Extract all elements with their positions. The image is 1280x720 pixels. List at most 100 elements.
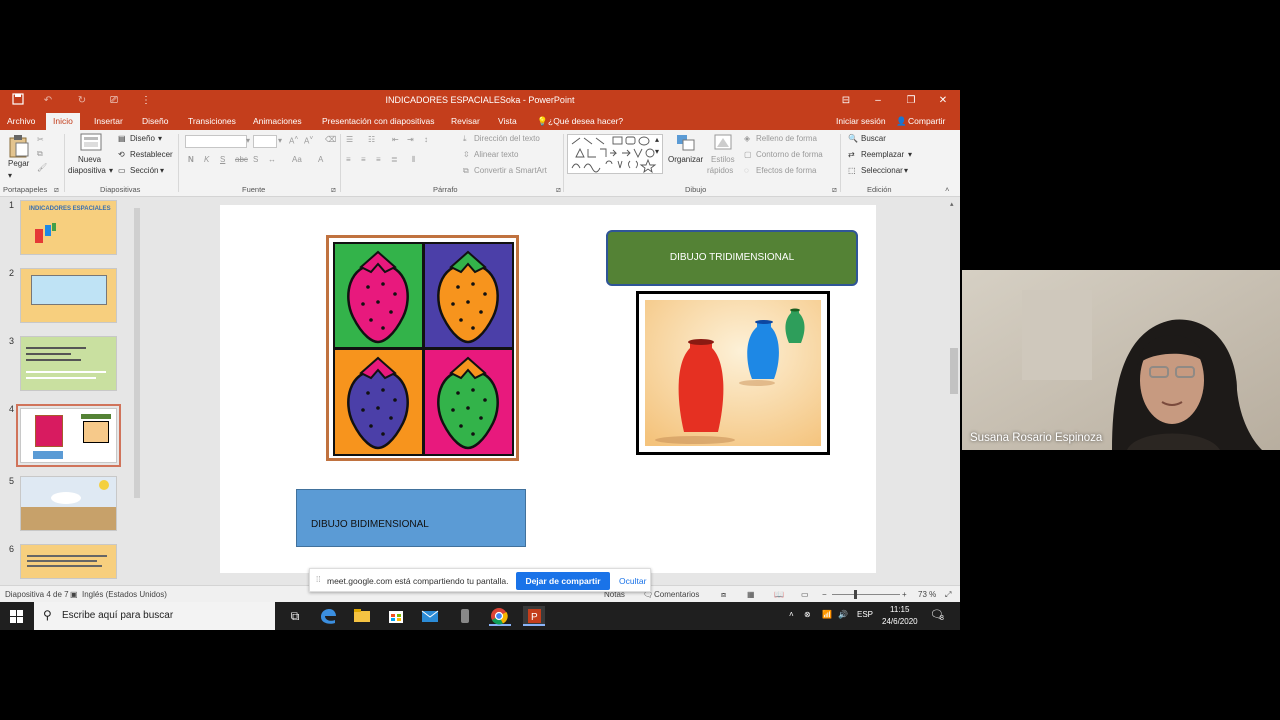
store-icon[interactable]	[386, 606, 408, 626]
drag-handle-icon[interactable]: ⁞⁞	[316, 575, 320, 584]
zoom-slider-thumb[interactable]	[854, 590, 857, 599]
grow-font-icon[interactable]: A˄	[289, 135, 298, 146]
change-case-icon[interactable]: Aa	[292, 155, 302, 164]
italic-button[interactable]: K	[204, 155, 209, 164]
tab-transiciones[interactable]: Transiciones	[188, 116, 236, 126]
close-icon[interactable]: ✕	[935, 93, 951, 109]
layout-button[interactable]: Diseño	[130, 134, 155, 143]
section-dropdown-icon[interactable]: ▾	[160, 166, 164, 175]
tab-animaciones[interactable]: Animaciones	[253, 116, 302, 126]
font-size-input[interactable]	[253, 135, 277, 148]
section-button[interactable]: Sección	[130, 166, 158, 175]
fit-slide-icon[interactable]: ⤢	[945, 590, 951, 600]
tab-inicio[interactable]: Inicio	[46, 113, 80, 130]
align-right-icon[interactable]: ≡	[376, 155, 381, 164]
participant-video-tile[interactable]: Susana Rosario Espinoza	[962, 270, 1280, 450]
tab-presentacion[interactable]: Presentación con diapositivas	[322, 116, 434, 126]
powerpoint-taskbar-icon[interactable]: P	[523, 606, 545, 626]
comments-button[interactable]: Comentarios	[654, 590, 699, 599]
line-spacing-icon[interactable]: ↕	[424, 135, 428, 144]
numbering-icon[interactable]: ☷	[368, 135, 375, 144]
input-language[interactable]: ESP	[857, 610, 873, 619]
tray-app-icon[interactable]: ⊗	[804, 610, 811, 619]
slide-thumbnail-1[interactable]: INDICADORES ESPACIALES	[20, 200, 117, 255]
restore-icon[interactable]: ❐	[903, 93, 919, 109]
slide-canvas[interactable]: DIBUJO TRIDIMENSIONAL DIBUJO BIDIMENSION…	[220, 205, 876, 573]
clear-format-icon[interactable]: ⌫	[325, 135, 336, 144]
vases-image[interactable]	[636, 291, 830, 455]
minimize-icon[interactable]: –	[870, 93, 886, 109]
hide-banner-button[interactable]: Ocultar	[619, 576, 646, 586]
align-center-icon[interactable]: ≡	[361, 155, 366, 164]
align-text-button[interactable]: Alinear texto	[474, 150, 518, 159]
new-slide-dropdown-icon[interactable]: ▾	[109, 166, 113, 175]
slide-thumbnail-2[interactable]	[20, 268, 117, 323]
shadow-button[interactable]: S	[253, 155, 258, 164]
language-indicator[interactable]: Inglés (Estados Unidos)	[82, 590, 167, 599]
shape-fill-button[interactable]: Relleno de forma	[756, 134, 817, 143]
taskbar-search-box[interactable]: ⚲ Escribe aquí para buscar	[34, 602, 275, 630]
replace-button[interactable]: Reemplazar	[861, 150, 904, 159]
volume-icon[interactable]: 🔊	[838, 610, 848, 619]
tab-diseno[interactable]: Diseño	[142, 116, 168, 126]
zoom-slider[interactable]	[832, 594, 900, 595]
replace-dropdown-icon[interactable]: ▾	[908, 150, 912, 159]
share-button[interactable]: Compartir	[908, 116, 945, 126]
tab-revisar[interactable]: Revisar	[451, 116, 480, 126]
shapes-scroll-icon[interactable]: ▴	[655, 135, 659, 144]
network-icon[interactable]: 📶	[822, 610, 832, 619]
convert-smartart-button[interactable]: Convertir a SmartArt	[474, 166, 547, 175]
tab-archivo[interactable]: Archivo	[7, 116, 35, 126]
strawberries-image[interactable]	[326, 235, 519, 461]
slide-thumbnail-3[interactable]	[20, 336, 117, 391]
tridimensional-label-box[interactable]: DIBUJO TRIDIMENSIONAL	[606, 230, 858, 286]
bidimensional-label-box[interactable]: DIBUJO BIDIMENSIONAL	[296, 489, 526, 547]
char-spacing-icon[interactable]: ↔	[268, 155, 276, 164]
align-left-icon[interactable]: ≡	[346, 155, 351, 164]
layout-dropdown-icon[interactable]: ▾	[158, 134, 162, 143]
select-dropdown-icon[interactable]: ▾	[904, 166, 908, 175]
spell-check-icon[interactable]: ▣	[70, 590, 78, 599]
columns-icon[interactable]: ⫴	[412, 155, 415, 165]
copy-icon[interactable]: ⧉	[37, 149, 43, 159]
quick-styles-button[interactable]: Estilos	[711, 155, 735, 164]
reading-view-icon[interactable]: 📖	[774, 590, 784, 599]
new-slide-label-2[interactable]: diapositiva	[68, 166, 106, 175]
clipboard-launcher-icon[interactable]: ⧄	[54, 185, 59, 195]
task-view-icon[interactable]: ⧉	[284, 606, 306, 626]
shape-effects-button[interactable]: Efectos de forma	[756, 166, 816, 175]
zoom-in-icon[interactable]: +	[902, 590, 907, 599]
format-painter-icon[interactable]: 🖌	[37, 163, 47, 172]
paste-dropdown-icon[interactable]: ▾	[8, 171, 12, 180]
new-slide-label[interactable]: Nueva	[78, 155, 101, 164]
paragraph-launcher-icon[interactable]: ⧄	[556, 185, 561, 195]
font-launcher-icon[interactable]: ⧄	[331, 185, 336, 195]
mail-icon[interactable]	[420, 606, 442, 626]
arrange-button[interactable]: Organizar	[668, 155, 703, 164]
collapse-ribbon-icon[interactable]: ˄	[945, 185, 949, 194]
shapes-gallery[interactable]	[567, 134, 663, 174]
shape-outline-button[interactable]: Contorno de forma	[756, 150, 823, 159]
strikethrough-button[interactable]: abc	[235, 155, 248, 164]
edge-browser-icon[interactable]	[318, 606, 340, 626]
underline-button[interactable]: S	[220, 155, 225, 164]
tray-expand-icon[interactable]: ˄	[789, 610, 794, 619]
font-family-dropdown-icon[interactable]: ▾	[246, 136, 250, 145]
thumbnails-scrollbar[interactable]	[132, 200, 142, 585]
font-family-input[interactable]	[185, 135, 247, 148]
bold-button[interactable]: N	[188, 155, 194, 164]
normal-view-icon[interactable]: ⧈	[721, 590, 726, 600]
clock-time[interactable]: 11:15	[890, 605, 909, 614]
paste-button[interactable]: Pegar	[8, 159, 29, 168]
tell-me-search[interactable]: ¿Qué desea hacer?	[548, 116, 623, 126]
slide-scrollbar[interactable]: ▴ ⇞ ⇟	[948, 198, 960, 585]
text-direction-button[interactable]: Dirección del texto	[474, 134, 540, 143]
zoom-out-icon[interactable]: −	[822, 590, 827, 599]
cut-icon[interactable]: ✂	[37, 135, 44, 144]
bullets-icon[interactable]: ☰	[346, 135, 353, 144]
zoom-level[interactable]: 73 %	[918, 590, 936, 599]
ribbon-display-icon[interactable]: ⊟	[838, 93, 854, 109]
tab-vista[interactable]: Vista	[498, 116, 517, 126]
increase-indent-icon[interactable]: ⇥	[407, 135, 414, 144]
reset-button[interactable]: Restablecer	[130, 150, 173, 159]
